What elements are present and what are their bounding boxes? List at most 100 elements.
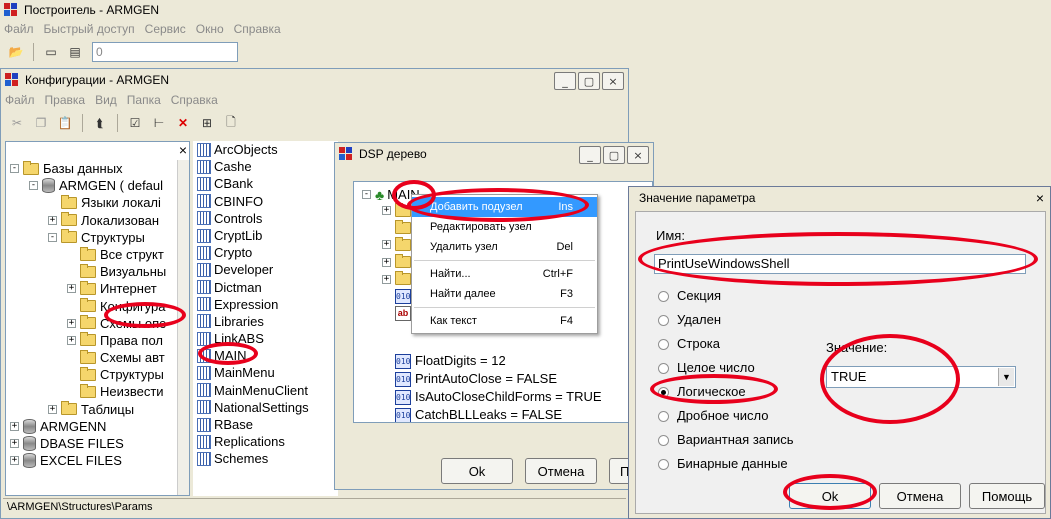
list-item[interactable]: RBase <box>197 416 309 433</box>
properties-icon[interactable]: ☑ <box>125 113 145 133</box>
list-item[interactable]: MAIN <box>197 347 309 364</box>
radio-button-icon[interactable] <box>658 338 669 350</box>
tree-item[interactable]: Неизвести <box>10 383 166 400</box>
context-menu-item[interactable]: Удалить узел Del <box>412 237 597 257</box>
list-item[interactable]: Libraries <box>197 313 309 330</box>
context-menu-item[interactable]: Как текст F4 <box>412 311 597 331</box>
tree-item[interactable]: Визуальны <box>10 263 166 280</box>
list-item[interactable]: CBank <box>197 175 309 192</box>
list-item[interactable]: Cashe <box>197 158 309 175</box>
tree-item[interactable]: + EXCEL FILES <box>10 452 166 469</box>
expand-icon[interactable]: + <box>382 257 391 267</box>
type-radio-option[interactable]: Секция <box>658 284 794 308</box>
radio-button-icon[interactable] <box>658 386 669 398</box>
list-item[interactable]: Crypto <box>197 244 309 261</box>
list-item[interactable]: MainMenuClient <box>197 382 309 399</box>
list-item[interactable]: CryptLib <box>197 227 309 244</box>
expand-icon[interactable]: + <box>67 284 76 294</box>
list-item[interactable]: LinkABS <box>197 330 309 347</box>
type-radio-option[interactable]: Строка <box>658 332 794 356</box>
config-menu-item[interactable]: Правка <box>45 93 86 107</box>
expand-icon[interactable]: + <box>10 456 19 466</box>
param-item[interactable]: 010 FloatDigits = 12 <box>395 352 624 370</box>
tree-item[interactable]: Структуры <box>10 366 166 383</box>
structure-icon[interactable]: ⊞ <box>197 113 217 133</box>
tree-item[interactable]: - Структуры <box>10 229 166 246</box>
cut-icon[interactable]: ✂ <box>7 113 27 133</box>
param-ok-button[interactable]: Ok <box>789 483 871 509</box>
type-radio-option[interactable]: Бинарные данные <box>658 452 794 476</box>
radio-button-icon[interactable] <box>658 410 669 422</box>
type-radio-option[interactable]: Целое число <box>658 356 794 380</box>
tree-item[interactable]: Языки локалі <box>10 194 166 211</box>
window-list-icon[interactable]: ▤ <box>65 42 85 62</box>
config-menu-item[interactable]: Файл <box>5 93 35 107</box>
close-button[interactable]: × <box>602 72 624 90</box>
radio-button-icon[interactable] <box>658 458 669 470</box>
expand-icon[interactable]: + <box>382 240 391 250</box>
main-combo[interactable]: 0 <box>92 42 238 62</box>
copy-icon[interactable]: ❐ <box>31 113 51 133</box>
type-radio-option[interactable]: Удален <box>658 308 794 332</box>
expand-icon[interactable]: + <box>67 318 76 328</box>
context-menu-item[interactable]: Найти... Ctrl+F <box>412 264 597 284</box>
tree-item[interactable]: + ARMGENN <box>10 418 166 435</box>
dsp-ok-button[interactable]: Ok <box>441 458 513 484</box>
param-item[interactable]: 010 PrintAutoClose = FALSE <box>395 370 624 388</box>
list-item[interactable]: Replications <box>197 433 309 450</box>
paste-icon[interactable]: 📋 <box>55 113 75 133</box>
tree-item[interactable]: Все структ <box>10 246 166 263</box>
tree-item[interactable]: + DBASE FILES <box>10 435 166 452</box>
type-radio-option[interactable]: Логическое <box>658 380 794 404</box>
type-radio-option[interactable]: Дробное число <box>658 404 794 428</box>
list-item[interactable]: Schemes <box>197 450 309 467</box>
radio-button-icon[interactable] <box>658 362 669 374</box>
config-menu-item[interactable]: Справка <box>171 93 218 107</box>
radio-button-icon[interactable] <box>658 290 669 302</box>
expand-icon[interactable]: + <box>382 206 391 216</box>
tree-item[interactable]: Схемы авт <box>10 349 166 366</box>
type-radio-option[interactable]: Вариантная запись <box>658 428 794 452</box>
param-cancel-button[interactable]: Отмена <box>879 483 961 509</box>
list-item[interactable]: ArcObjects <box>197 141 309 158</box>
dsp-cancel-button[interactable]: Отмена <box>525 458 597 484</box>
main-menu-item[interactable]: Окно <box>196 22 224 36</box>
tree-item[interactable]: + Права пол <box>10 332 166 349</box>
param-help-button[interactable]: Помощь <box>969 483 1045 509</box>
main-menu-item[interactable]: Файл <box>4 22 34 36</box>
expand-icon[interactable]: + <box>48 215 57 225</box>
list-item[interactable]: MainMenu <box>197 364 309 381</box>
expand-icon[interactable]: + <box>382 274 391 284</box>
tree-scrollbar[interactable] <box>177 160 189 495</box>
tree-item[interactable]: + Таблицы <box>10 401 166 418</box>
list-item[interactable]: Developer <box>197 261 309 278</box>
list-item[interactable]: Controls <box>197 210 309 227</box>
context-menu-item[interactable]: Добавить подузел Ins <box>412 197 597 217</box>
dropdown-arrow-icon[interactable]: ▼ <box>998 368 1014 386</box>
open-icon[interactable]: 📂 <box>6 42 26 62</box>
list-item[interactable]: Dictman <box>197 279 309 296</box>
collapse-icon[interactable]: - <box>29 181 38 191</box>
window-icon[interactable]: ▭ <box>41 42 61 62</box>
delete-icon[interactable]: ✕ <box>173 113 193 133</box>
new-document-icon[interactable]: 🗋 <box>221 113 241 133</box>
minimize-button[interactable]: _ <box>554 72 576 90</box>
maximize-button[interactable]: ▢ <box>578 72 600 90</box>
collapse-icon[interactable]: - <box>48 232 57 242</box>
context-menu-item[interactable]: Редактировать узел <box>412 217 597 237</box>
radio-button-icon[interactable] <box>658 434 669 446</box>
expand-icon[interactable]: + <box>48 404 57 414</box>
expand-icon[interactable]: + <box>67 335 76 345</box>
tree-item[interactable]: + Интернет <box>10 280 166 297</box>
param-dialog-close-button[interactable]: × <box>1036 190 1044 206</box>
list-item[interactable]: CBINFO <box>197 193 309 210</box>
param-item[interactable]: 010 CatchBLLLeaks = FALSE <box>395 406 624 422</box>
tree-item[interactable]: + Схемы опе <box>10 315 166 332</box>
main-menu-item[interactable]: Справка <box>234 22 281 36</box>
radio-button-icon[interactable] <box>658 314 669 326</box>
config-menu-item[interactable]: Папка <box>127 93 161 107</box>
tree-pane-close-icon[interactable]: × <box>179 142 187 158</box>
value-select[interactable]: TRUE ▼ <box>826 366 1016 388</box>
config-menu-item[interactable]: Вид <box>95 93 117 107</box>
maximize-button[interactable]: ▢ <box>603 146 625 164</box>
